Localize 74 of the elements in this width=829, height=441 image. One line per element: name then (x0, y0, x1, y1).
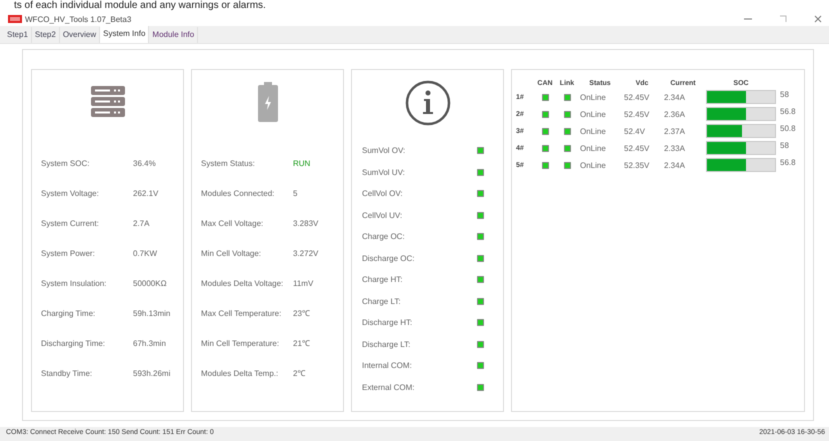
field-value: 59h.13min (133, 308, 172, 319)
voltage-value: 52.35V (624, 160, 650, 170)
field-label: Max Cell Temperature: (201, 308, 282, 319)
alarm-label: Discharge OC: (362, 252, 416, 264)
soc-value: 50.8 (780, 124, 797, 133)
alarm-label: Charge LT: (362, 296, 402, 306)
soc-value: 56.8 (780, 107, 797, 116)
alarm-label: Charge OC: (362, 231, 406, 242)
alarm-label: CellVol UV: (362, 210, 404, 220)
current-value: 2.34A (664, 160, 686, 170)
alarm-label: Discharge LT: (362, 338, 412, 350)
tab[interactable]: Step1 (4, 27, 32, 43)
field-label: System Current: (41, 218, 100, 229)
module-status: OnLine (580, 92, 607, 102)
field-value: 36.4% (133, 158, 157, 169)
field-label: Discharging Time: (41, 338, 106, 349)
field-value: 11mV (293, 278, 314, 289)
field-label: Modules Delta Voltage: (201, 278, 284, 289)
field-value: 23℃ (293, 308, 311, 319)
field-label: Standby Time: (41, 368, 94, 379)
field-value: 50000KΩ (133, 278, 168, 289)
field-value: 262.1V (133, 188, 160, 199)
soc-value: 58 (780, 90, 790, 99)
info-icon (404, 80, 450, 126)
module-status: OnLine (580, 160, 607, 170)
field-value: 3.283V (293, 218, 320, 229)
field-label: Max Cell Voltage: (201, 218, 264, 229)
current-value: 2.37A (664, 126, 686, 136)
field-label: Charging Time: (41, 308, 96, 319)
field-value: RUN (293, 158, 312, 169)
field-label: System Status: (201, 158, 256, 169)
alarm-label: Internal COM: (362, 360, 413, 371)
window-title: WFCO_HV_Tools 1.07_Beta3 (25, 14, 132, 24)
current-value: 2.36A (664, 110, 686, 118)
field-value: 593h.26mi (133, 368, 172, 379)
close-icon[interactable] (813, 14, 823, 24)
current-value: 2.34A (664, 92, 686, 102)
alarm-label: External COM: (362, 382, 416, 392)
alarm-label: Discharge HT: (362, 317, 414, 328)
battery-icon (258, 82, 278, 122)
field-label: System Power: (41, 248, 96, 259)
field-value: 0.7KW (133, 248, 158, 259)
field-value: 3.272V (293, 248, 320, 259)
caption-text: ts of each individual module and any warnings or alarms. (13, 0, 267, 12)
module-status: OnLine (580, 126, 607, 136)
field-label: System SOC: (41, 158, 90, 169)
soc-value: 56.8 (780, 158, 797, 167)
field-value: 67h.3min (133, 338, 167, 349)
field-label: Min Cell Temperature: (201, 338, 280, 349)
module-status: OnLine (580, 144, 607, 152)
field-label: System Voltage: (41, 188, 100, 199)
voltage-value: 52.45V (624, 110, 650, 118)
app-logo-icon (8, 15, 22, 23)
module-status: OnLine (580, 110, 607, 118)
soc-value: 58 (780, 141, 790, 150)
field-label: Modules Delta Temp.: (201, 368, 280, 379)
field-label: Modules Connected: (201, 188, 276, 199)
alarm-label: SumVol OV: (362, 145, 406, 156)
alarm-label: SumVol UV: (362, 166, 406, 178)
field-value: 5 (293, 188, 298, 199)
voltage-value: 52.45V (624, 144, 650, 152)
field-value: 2℃ (293, 368, 306, 379)
current-value: 2.33A (664, 144, 686, 152)
field-value: 2.7A (133, 218, 150, 229)
voltage-value: 52.45V (624, 92, 650, 102)
field-label: System Insulation: (41, 278, 108, 289)
voltage-value: 52.4V (624, 126, 646, 136)
tab[interactable]: Step2 (32, 27, 60, 43)
alarm-label: Charge HT: (362, 274, 404, 285)
field-value: 21℃ (293, 338, 311, 349)
tab[interactable]: Module Info (149, 27, 198, 43)
field-label: Min Cell Voltage: (201, 248, 262, 259)
tab[interactable]: System Info (100, 26, 150, 43)
alarm-label: CellVol OV: (362, 188, 404, 199)
